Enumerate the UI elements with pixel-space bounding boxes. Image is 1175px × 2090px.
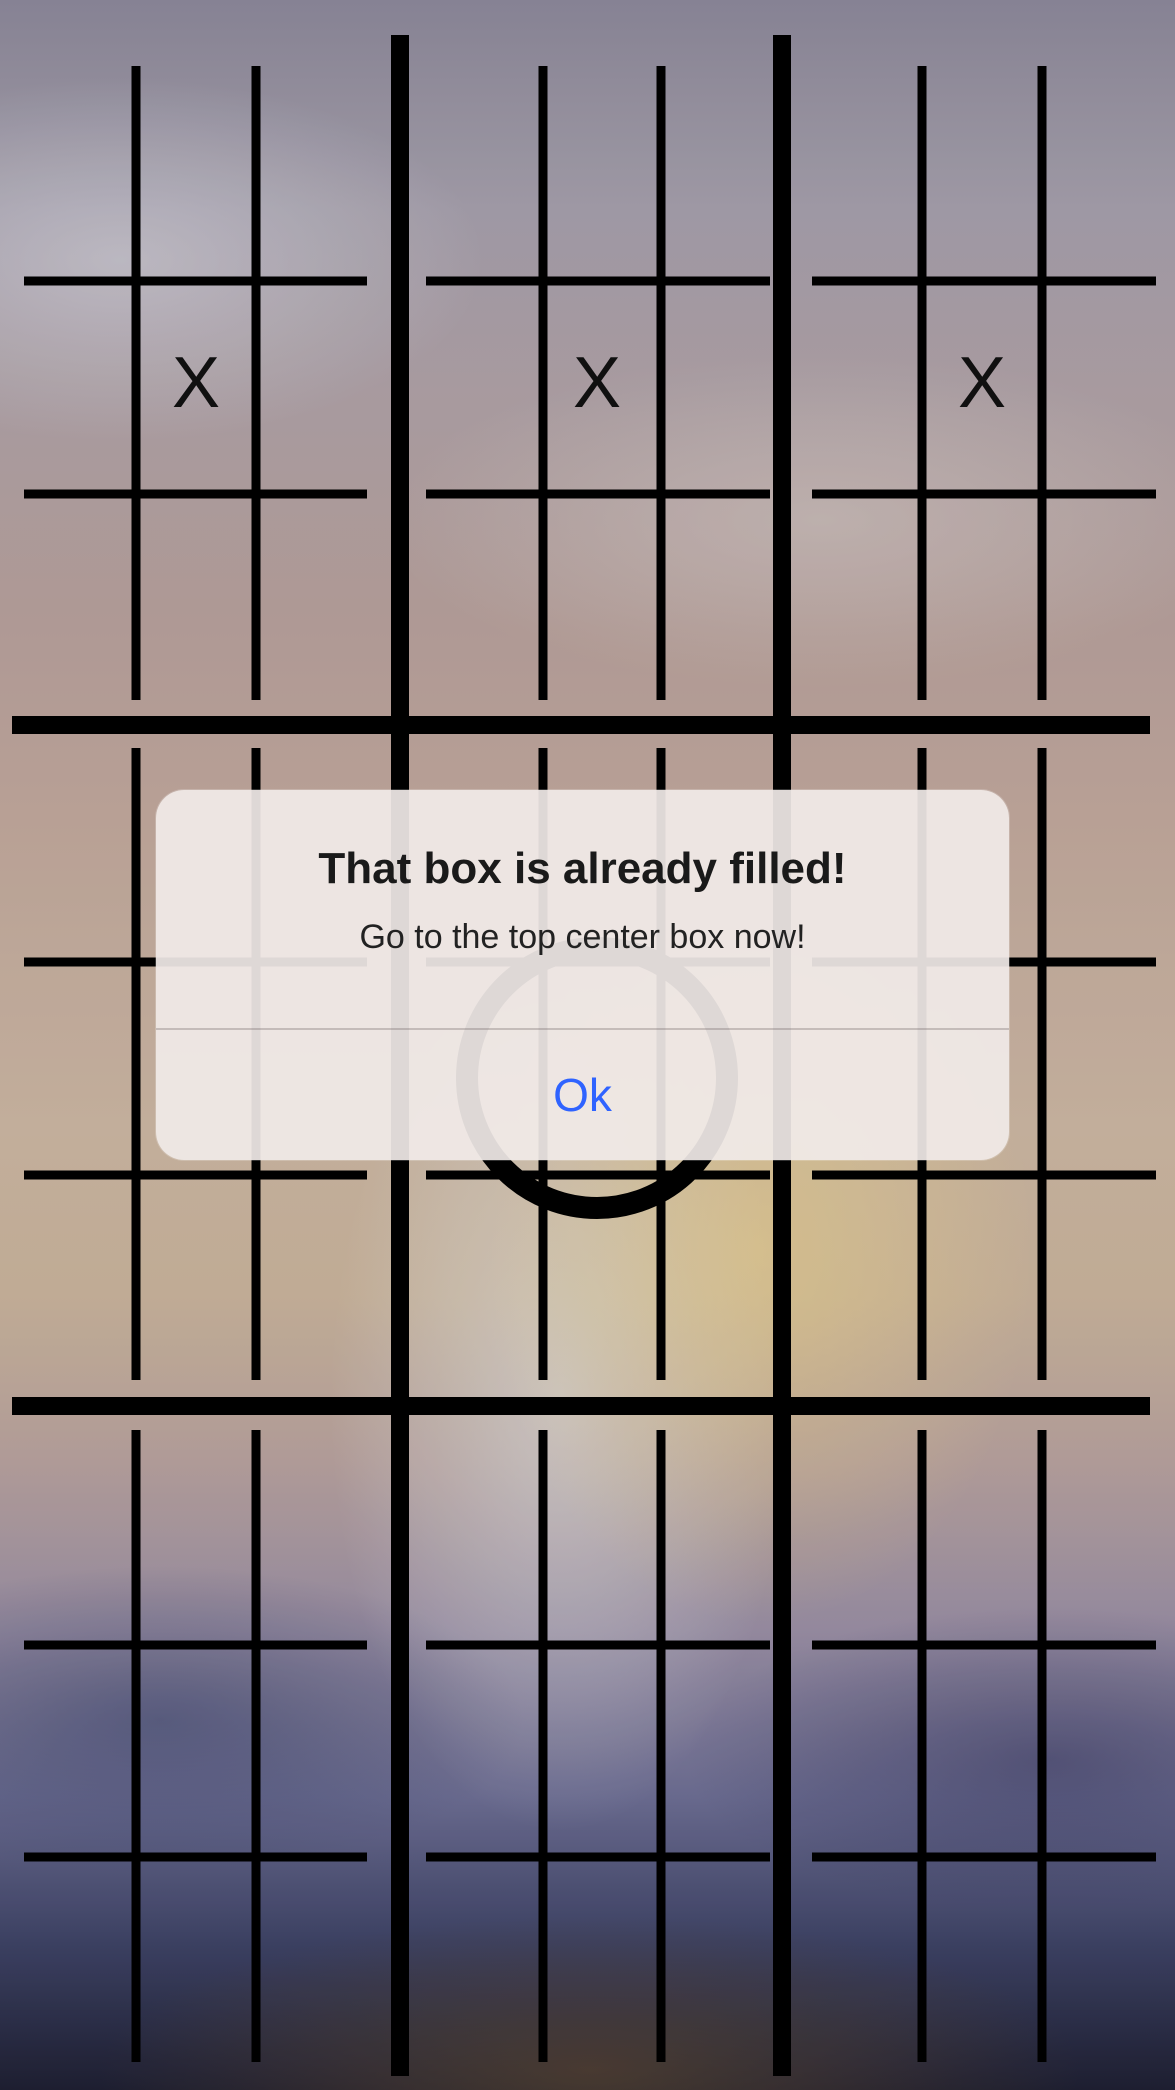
alert-dialog: That box is already filled! Go to the to…	[156, 790, 1009, 1160]
ok-button[interactable]: Ok	[156, 1030, 1009, 1160]
alert-message: Go to the top center box now!	[359, 918, 806, 956]
alert-title: That box is already filled!	[318, 844, 847, 893]
